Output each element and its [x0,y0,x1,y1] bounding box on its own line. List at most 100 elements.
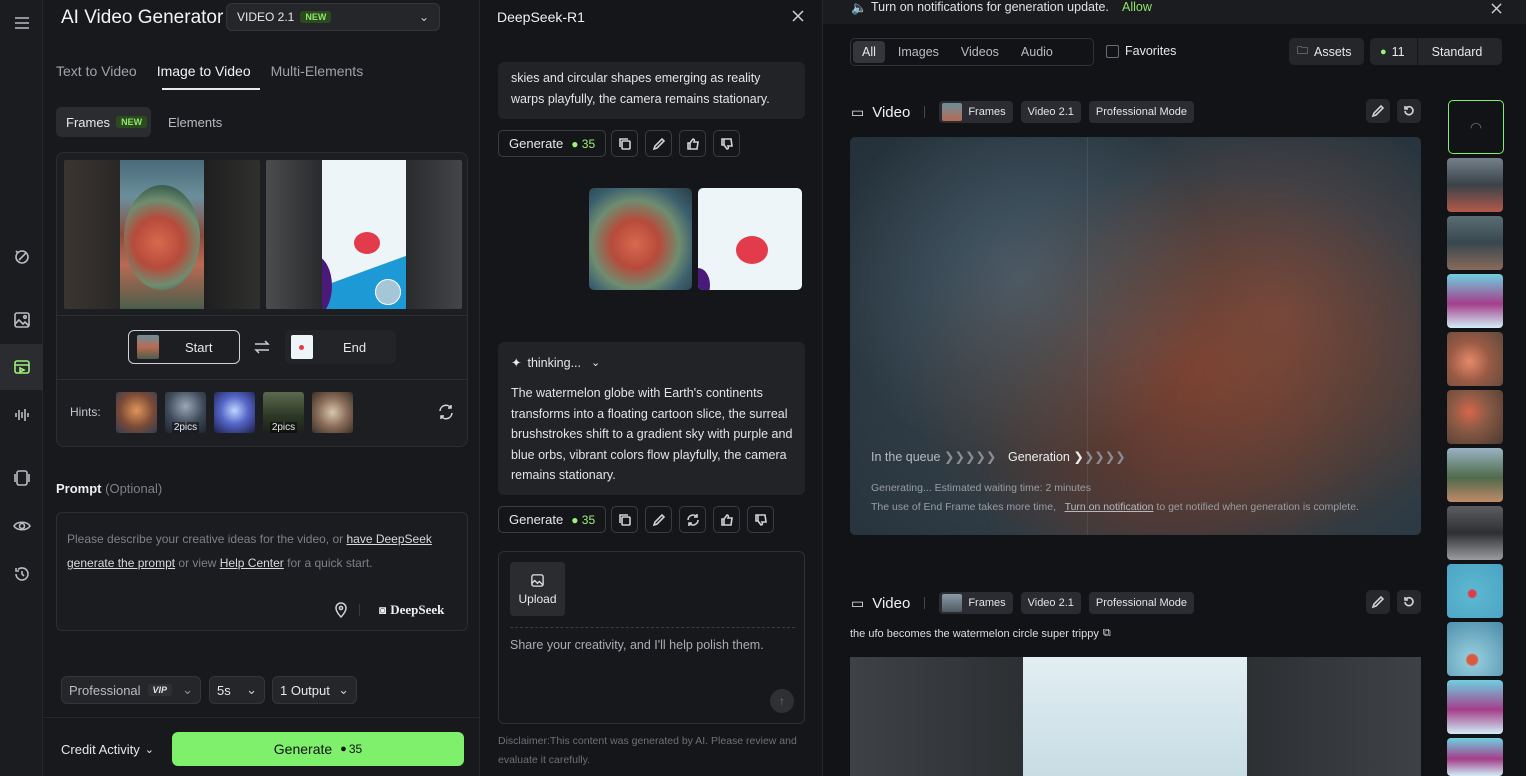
thumbs-up-icon[interactable] [679,130,706,157]
strip-thumb[interactable] [1447,680,1503,734]
edit-icon[interactable] [1366,590,1390,614]
generate-label: Generate [509,512,564,527]
hint-thumb[interactable] [312,392,353,433]
edit-icon[interactable] [1366,99,1390,123]
vip-badge: VIP [147,684,173,696]
start-frame-preview[interactable] [64,160,260,309]
new-badge: NEW [300,11,332,23]
tab-multi-elements[interactable]: Multi-Elements [271,63,364,79]
speaker-icon: 🔈 [851,0,868,15]
close-icon[interactable] [791,9,805,23]
sparkle-icon: ✦ [511,356,522,370]
chevron-down-icon: ⌄ [418,10,429,24]
tab-text-to-video[interactable]: Text to Video [56,63,137,79]
thinking-toggle[interactable]: ✦ thinking... ⌄ [511,355,601,371]
strip-thumb[interactable] [1447,738,1503,776]
chat-generate-button[interactable]: Generate ● 35 [498,506,607,533]
chat-generate-button[interactable]: Generate ● 35 [498,130,607,157]
generate-button[interactable]: Generate ● 35 [172,732,464,766]
strip-thumb[interactable] [1447,390,1503,444]
user-start-image[interactable] [589,188,692,290]
filter-all[interactable]: All [853,41,885,63]
frames-upload-area: Start End Hints: 2pics 2pics [56,152,468,447]
strip-thumb[interactable] [1447,274,1503,328]
credit-activity-button[interactable]: Credit Activity ⌄ [61,742,154,757]
upload-button[interactable]: Upload [510,562,565,616]
refresh-icon[interactable] [437,403,455,421]
model-select[interactable]: VIDEO 2.1 NEW ⌄ [226,3,440,31]
strip-thumb[interactable] [1447,332,1503,386]
end-frame-preview[interactable] [266,160,462,309]
image-icon[interactable] [0,297,43,343]
hint-thumb[interactable] [116,392,157,433]
video-preview[interactable] [850,657,1421,776]
subtab-elements[interactable]: Elements [168,115,222,130]
thumbs-up-icon[interactable] [713,506,740,533]
active-tab-underline [162,88,260,90]
video-icon[interactable] [0,344,43,390]
prompt-textarea[interactable]: Please describe your creative ideas for … [56,512,468,631]
strip-thumb[interactable] [1447,506,1503,560]
turn-on-notification-link[interactable]: Turn on notification [1065,501,1154,513]
start-thumb [137,335,159,359]
start-frame-button[interactable]: Start [128,330,240,364]
pages-icon[interactable] [0,455,43,501]
help-center-link[interactable]: Help Center [220,556,284,570]
close-icon[interactable] [1491,1,1502,14]
assets-label: Assets [1314,44,1352,59]
plan-button[interactable]: ● 11 Standard [1370,38,1502,65]
favorites-toggle[interactable]: Favorites [1106,44,1176,58]
assets-button[interactable]: 🗀 Assets [1289,38,1364,65]
strip-thumb[interactable] [1447,216,1503,270]
generate-credits: ● 35 [571,136,596,151]
checkbox[interactable] [1106,44,1119,58]
strip-thumb[interactable] [1447,158,1503,212]
strip-thumb[interactable] [1447,622,1503,676]
chevron-down-icon: ⌄ [591,357,601,369]
subtab-frames[interactable]: Frames NEW [56,107,151,137]
hint-thumb[interactable]: 2pics [263,392,304,433]
deepseek-button[interactable]: ◙ DeepSeek [379,602,444,618]
magic-icon[interactable] [0,234,43,280]
strip-thumb[interactable] [1447,564,1503,618]
prompt-heading: Prompt (Optional) [56,481,162,496]
chat-input[interactable]: Share your creativity, and I'll help pol… [510,638,764,652]
filter-videos[interactable]: Videos [952,41,1008,63]
eye-icon[interactable] [0,503,43,549]
video-card-header: ▭ Video Frames Video 2.1 Professional Mo… [851,592,1195,614]
allow-link[interactable]: Allow [1122,0,1152,14]
new-badge: NEW [116,116,148,128]
model-label: VIDEO 2.1 [237,10,295,24]
user-end-image[interactable] [698,188,802,290]
strip-loading-thumb[interactable]: ◠ [1448,100,1504,154]
menu-icon[interactable] [0,0,43,46]
edit-icon[interactable] [645,130,672,157]
thumbs-down-icon[interactable] [713,130,740,157]
filter-images[interactable]: Images [889,41,948,63]
edit-icon[interactable] [645,506,672,533]
tab-image-to-video[interactable]: Image to Video [157,63,251,79]
hint-thumb[interactable]: 2pics [165,392,206,433]
location-pin-icon[interactable] [334,602,348,619]
strip-thumb[interactable] [1447,448,1503,502]
folder-icon: 🗀 [1297,45,1308,57]
history-icon[interactable] [0,551,43,597]
audio-icon[interactable] [0,392,43,438]
thumbs-down-icon[interactable] [747,506,774,533]
regenerate-icon[interactable] [1397,99,1421,123]
end-frame-button[interactable]: End [285,330,396,364]
duration-select[interactable]: 5s ⌄ [209,676,265,704]
copy-icon[interactable] [611,130,638,157]
regenerate-icon[interactable] [679,506,706,533]
output-select[interactable]: 1 Output ⌄ [272,676,357,704]
start-label: Start [185,339,213,355]
filter-audio[interactable]: Audio [1012,41,1062,63]
regenerate-icon[interactable] [1397,590,1421,614]
copy-icon[interactable] [611,506,638,533]
copy-icon[interactable]: ⧉ [1103,627,1111,640]
swap-icon[interactable] [253,339,271,355]
quality-select[interactable]: Professional VIP ⌄ [61,676,201,704]
send-icon[interactable]: ↑ [770,689,794,713]
hint-thumb[interactable] [214,392,255,433]
credit-icon: ● [340,743,347,755]
